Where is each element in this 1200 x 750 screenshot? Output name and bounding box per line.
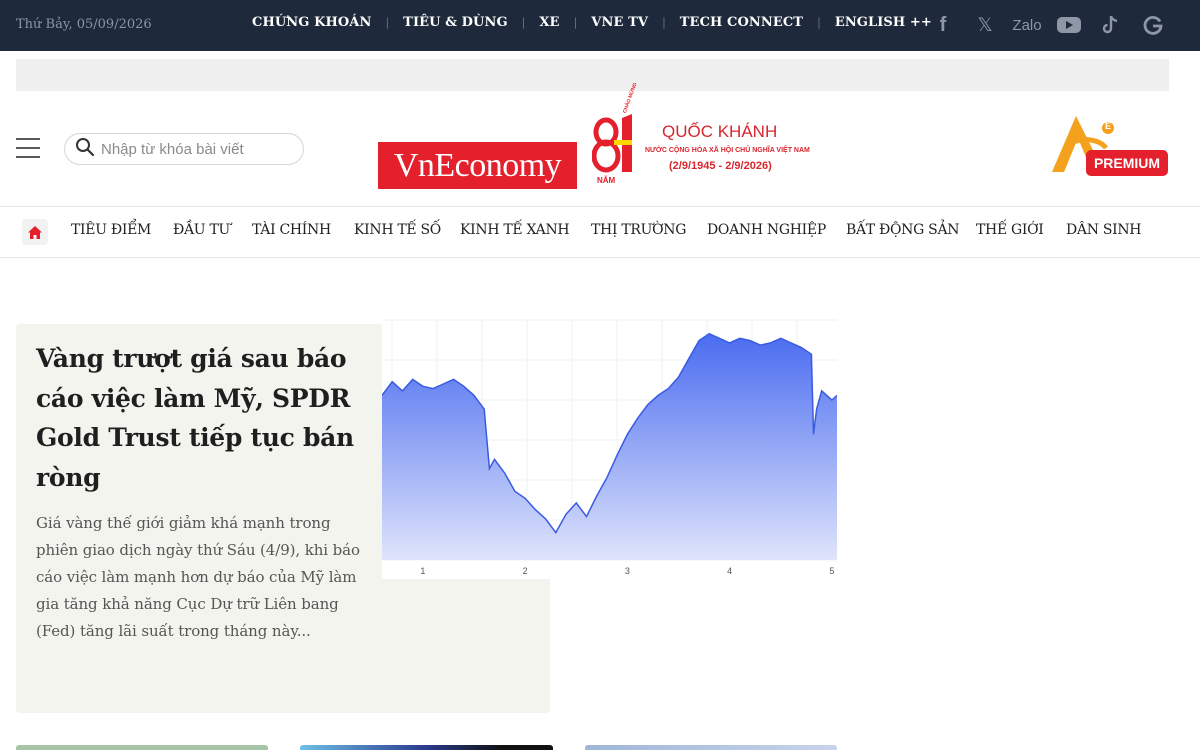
separator: | bbox=[662, 16, 666, 29]
nav-doanh-nghiep[interactable]: DOANH NGHIỆP bbox=[707, 222, 826, 238]
chart-x-tick-4: 4 bbox=[727, 566, 732, 576]
nav-kinh-te-so[interactable]: KINH TẾ SỐ bbox=[354, 222, 441, 238]
nav-dau-tu[interactable]: ĐẦU TƯ bbox=[173, 222, 230, 238]
x-twitter-icon[interactable]: 𝕏 bbox=[974, 13, 996, 37]
home-button[interactable] bbox=[22, 219, 48, 245]
thumb-3[interactable] bbox=[585, 745, 837, 750]
featured-article-title[interactable]: Vàng trượt giá sau báo cáo việc làm Mỹ, … bbox=[36, 339, 356, 497]
separator: | bbox=[385, 16, 390, 29]
nav-kinh-te-xanh[interactable]: KINH TẾ XANH bbox=[460, 222, 570, 238]
search-input[interactable] bbox=[101, 140, 291, 158]
featured-article-image[interactable]: 1 2 3 4 5 bbox=[382, 308, 837, 579]
celebration-subtitle: NƯỚC CỘNG HÒA XÃ HỘI CHỦ NGHĨA VIỆT NAM bbox=[645, 147, 810, 154]
menu-line bbox=[16, 138, 40, 140]
featured-article-summary: Giá vàng thế giới giảm khá mạnh trong ph… bbox=[36, 514, 360, 640]
top-nav: CHỨNG KHOÁN | TIÊU & DÙNG | XE | VNE TV … bbox=[252, 15, 932, 30]
celebration-title: QUỐC KHÁNH bbox=[662, 122, 778, 141]
thumb-2[interactable] bbox=[300, 745, 553, 750]
nav-tai-chinh[interactable]: TÀI CHÍNH bbox=[252, 222, 331, 238]
menu-line bbox=[16, 156, 40, 158]
search-box bbox=[64, 133, 304, 165]
chart-x-tick-3: 3 bbox=[625, 566, 630, 576]
main-nav: TIÊU ĐIỂM ĐẦU TƯ TÀI CHÍNH KINH TẾ SỐ KI… bbox=[0, 207, 1200, 257]
anniversary-unit: NĂM bbox=[597, 176, 616, 185]
chart-x-tick-2: 2 bbox=[523, 566, 528, 576]
home-icon bbox=[28, 225, 42, 239]
site-logo[interactable]: VnEconomy bbox=[378, 142, 577, 189]
top-nav-xe[interactable]: XE bbox=[539, 15, 559, 30]
separator: | bbox=[573, 16, 578, 29]
national-day-banner: CHÀO MỪNG 81 NĂM QUỐC KHÁNH NƯỚC CỘNG HÒ… bbox=[592, 82, 812, 188]
facebook-icon[interactable]: f bbox=[934, 13, 952, 37]
separator: | bbox=[817, 16, 821, 29]
top-nav-vne-tv[interactable]: VNE TV bbox=[591, 15, 648, 30]
top-nav-chung-khoan[interactable]: CHỨNG KHOÁN bbox=[252, 15, 371, 30]
thumb-1[interactable] bbox=[16, 745, 268, 750]
menu-line bbox=[16, 147, 40, 149]
top-bar: Thứ Bảy, 05/09/2026 CHỨNG KHOÁN | TIÊU &… bbox=[0, 0, 1200, 51]
tiktok-icon[interactable] bbox=[1100, 13, 1120, 37]
menu-icon[interactable] bbox=[16, 138, 40, 158]
chart-x-tick-5: 5 bbox=[829, 566, 834, 576]
chart-x-tick-1: 1 bbox=[420, 566, 425, 576]
celebration-dates: (2/9/1945 - 2/9/2026) bbox=[669, 160, 772, 172]
current-date: Thứ Bảy, 05/09/2026 bbox=[16, 17, 152, 32]
gold-price-chart: 1 2 3 4 5 bbox=[382, 319, 837, 576]
top-nav-english[interactable]: ENGLISH ++ bbox=[835, 15, 932, 30]
search-icon[interactable] bbox=[75, 137, 95, 161]
nav-divider bbox=[0, 257, 1200, 258]
zalo-icon[interactable]: Zalo bbox=[1009, 13, 1045, 37]
nav-tieu-diem[interactable]: TIÊU ĐIỂM bbox=[71, 222, 151, 238]
youtube-icon[interactable] bbox=[1056, 13, 1082, 37]
nav-thi-truong[interactable]: THỊ TRƯỜNG bbox=[591, 222, 686, 238]
premium-e-letter: E bbox=[1105, 121, 1112, 131]
google-icon[interactable] bbox=[1142, 13, 1164, 37]
top-nav-tieu-dung[interactable]: TIÊU & DÙNG bbox=[403, 15, 507, 30]
anniversary-number: 81 bbox=[597, 112, 603, 118]
top-nav-tech-connect[interactable]: TECH CONNECT bbox=[680, 15, 803, 30]
premium-button[interactable]: E PREMIUM bbox=[1048, 112, 1170, 180]
chart-area-fill bbox=[382, 333, 837, 560]
ad-banner-placeholder bbox=[16, 59, 1169, 91]
nav-the-gioi[interactable]: THẾ GIỚI bbox=[976, 222, 1044, 238]
premium-label: PREMIUM bbox=[1086, 150, 1168, 176]
nav-dan-sinh[interactable]: DÂN SINH bbox=[1066, 222, 1142, 238]
separator: | bbox=[521, 16, 526, 29]
nav-bat-dong-san[interactable]: BẤT ĐỘNG SẢN bbox=[846, 222, 960, 238]
